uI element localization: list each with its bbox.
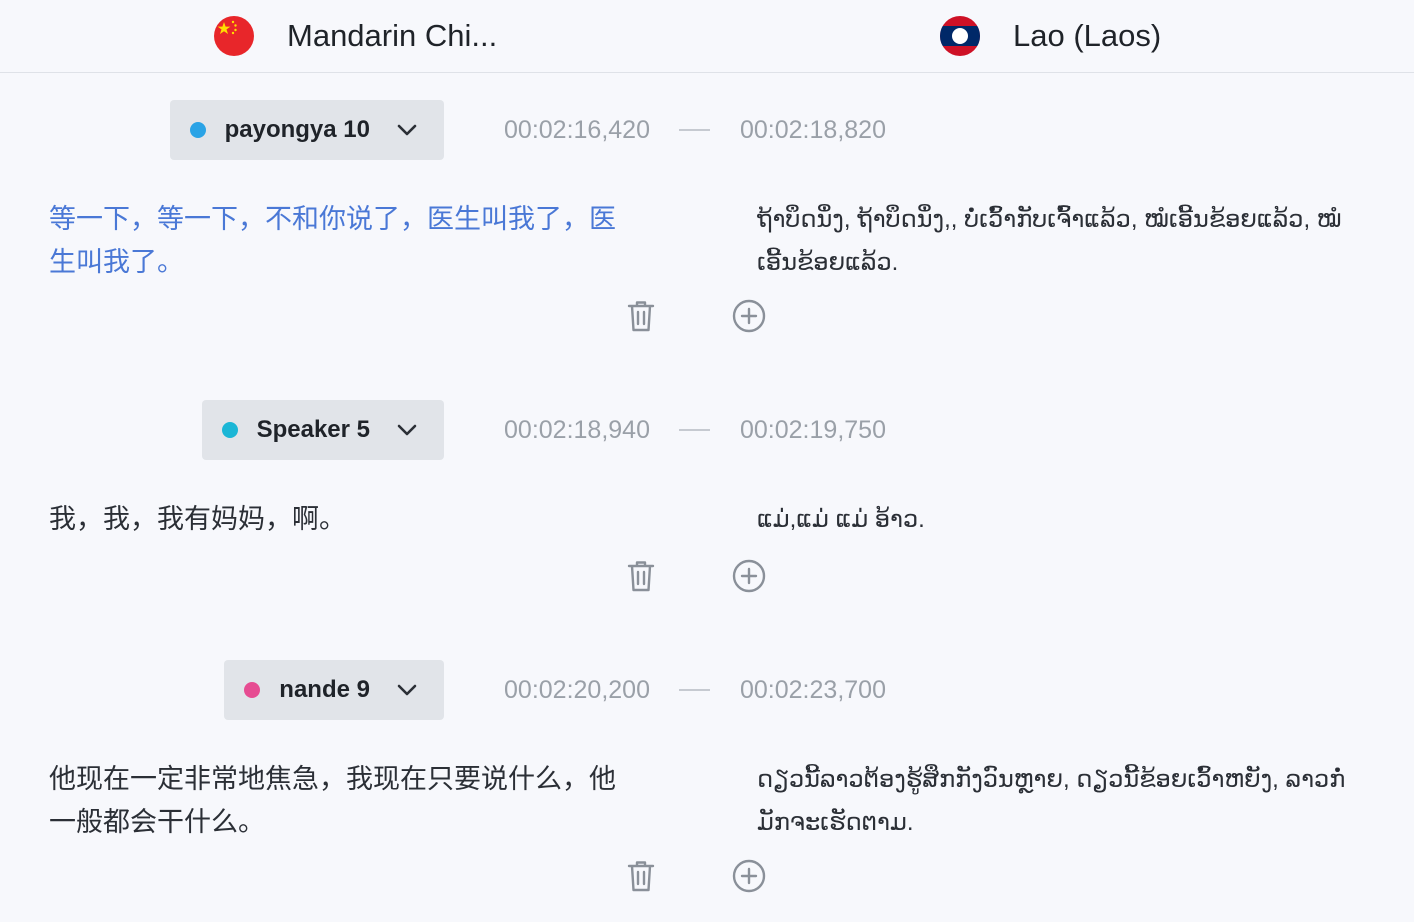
speaker-name: Speaker 5 [256, 416, 370, 443]
subtitle-segment: nande 9 00:02:20,200 00:02:23,700 他现在一定非… [0, 660, 1414, 900]
plus-circle-icon [732, 299, 766, 333]
add-segment-button[interactable] [732, 298, 766, 334]
time-separator [679, 429, 710, 431]
target-text[interactable]: ແມ່,ແມ່ ແມ່ ອ້າວ. [757, 498, 1357, 541]
source-text[interactable]: 我，我，我有妈妈，啊。 [49, 498, 619, 541]
plus-circle-icon [732, 559, 766, 593]
speaker-selector[interactable]: Speaker 5 [201, 400, 444, 460]
target-language[interactable]: Lao (Laos) [940, 0, 1161, 72]
laos-flag-icon [940, 16, 980, 56]
trash-icon [627, 561, 655, 592]
subtitle-segment: payongya 10 00:02:16,420 00:02:18,820 等一… [0, 100, 1414, 340]
chevron-down-icon [397, 124, 417, 136]
delete-segment-button[interactable] [624, 858, 658, 894]
subtitle-segment: Speaker 5 00:02:18,940 00:02:19,750 我，我，… [0, 400, 1414, 600]
chevron-down-icon [397, 424, 417, 436]
speaker-color-dot [244, 682, 261, 698]
china-flag-icon [214, 16, 254, 56]
end-timestamp[interactable]: 00:02:18,820 [740, 100, 886, 160]
speaker-selector[interactable]: nande 9 [224, 660, 444, 720]
plus-circle-icon [732, 859, 766, 893]
delete-segment-button[interactable] [624, 298, 658, 334]
delete-segment-button[interactable] [624, 558, 658, 594]
start-timestamp[interactable]: 00:02:20,200 [504, 660, 650, 720]
end-timestamp[interactable]: 00:02:19,750 [740, 400, 886, 460]
source-text[interactable]: 等一下，等一下，不和你说了，医生叫我了，医生叫我了。 [49, 198, 619, 284]
speaker-name: payongya 10 [224, 116, 370, 143]
speaker-color-dot [221, 422, 238, 438]
start-timestamp[interactable]: 00:02:18,940 [504, 400, 650, 460]
speaker-color-dot [189, 122, 206, 138]
target-text[interactable]: ດຽວນີ້ລາວຕ້ອງຮູ້ສຶກກັງວົນຫຼາຍ, ດຽວນີ້ຂ້ອ… [757, 758, 1357, 844]
source-language-name: Mandarin Chi... [287, 18, 498, 53]
trash-icon [627, 301, 655, 332]
speaker-name: nande 9 [279, 676, 370, 703]
add-segment-button[interactable] [732, 858, 766, 894]
start-timestamp[interactable]: 00:02:16,420 [504, 100, 650, 160]
end-timestamp[interactable]: 00:02:23,700 [740, 660, 886, 720]
time-separator [679, 129, 710, 131]
trash-icon [627, 861, 655, 892]
speaker-selector[interactable]: payongya 10 [169, 100, 444, 160]
language-header: Mandarin Chi... Lao (Laos) [0, 0, 1414, 73]
add-segment-button[interactable] [732, 558, 766, 594]
source-text[interactable]: 他现在一定非常地焦急，我现在只要说什么，他一般都会干什么。 [49, 758, 619, 844]
time-separator [679, 689, 710, 691]
chevron-down-icon [397, 684, 417, 696]
source-language[interactable]: Mandarin Chi... [214, 0, 497, 72]
target-language-name: Lao (Laos) [1013, 18, 1162, 53]
target-text[interactable]: ຖ້າບຶດນຶ່ງ, ຖ້າບຶດນຶ່ງ,, ບໍ່ເວົ້າກັບເຈົ້… [757, 198, 1357, 284]
